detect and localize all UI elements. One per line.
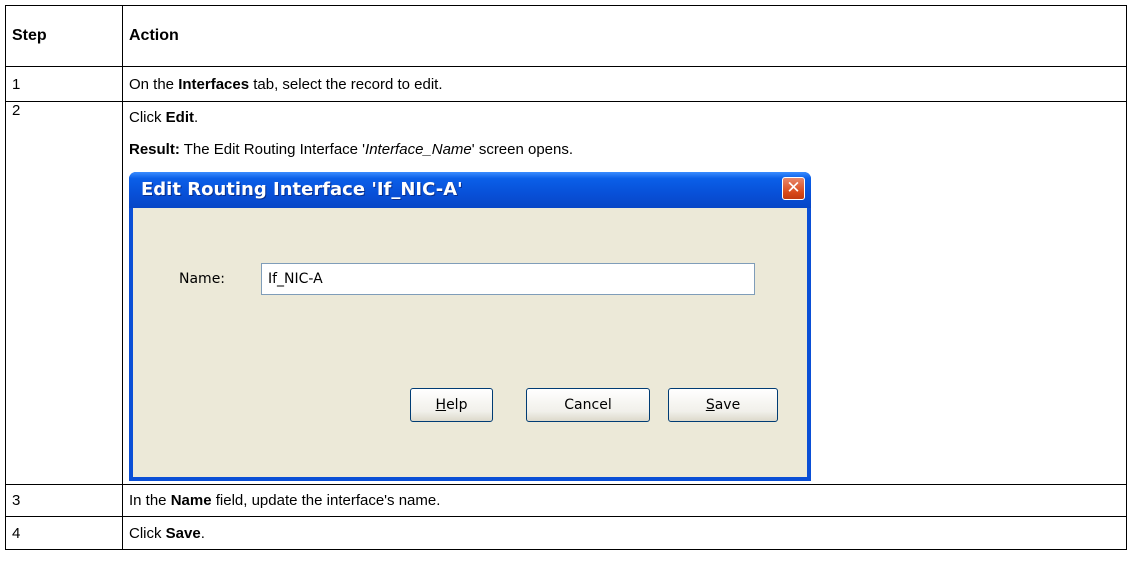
help-mnemonic: H: [435, 397, 447, 413]
action-bold: Interfaces: [178, 75, 250, 93]
table-row: 3 In the Name field, update the interfac…: [5, 484, 1127, 517]
result-label: Result:: [129, 141, 180, 158]
table-header-row: Step Action: [5, 5, 1127, 67]
name-input[interactable]: [261, 263, 755, 295]
step-number: 2: [5, 101, 123, 485]
help-label: elp: [446, 397, 468, 413]
step-number: 3: [5, 484, 123, 517]
dialog-titlebar[interactable]: Edit Routing Interface 'If_NIC-A' ✕: [129, 172, 811, 208]
step-number: 4: [5, 516, 123, 550]
cancel-button[interactable]: Cancel: [526, 388, 650, 422]
step-action: In the Name field, update the interface'…: [122, 484, 1127, 517]
action-text: On the: [129, 75, 179, 93]
table-row: 4 Click Save.: [5, 516, 1127, 550]
dialog-title: Edit Routing Interface 'If_NIC-A': [141, 179, 463, 200]
action-bold: Name: [170, 492, 212, 509]
action-text: tab, select the record to edit.: [249, 75, 443, 93]
result-text: ' screen opens.: [471, 141, 574, 158]
result-text: The Edit Routing Interface ': [179, 141, 366, 158]
result-italic: Interface_Name: [365, 141, 472, 158]
save-mnemonic: S: [705, 397, 715, 413]
header-action: Action: [122, 5, 1127, 67]
name-label: Name:: [179, 271, 226, 287]
step-action: Click Edit. Result: The Edit Routing Int…: [122, 101, 1127, 485]
table-row: 1 On the Interfaces tab, select the reco…: [5, 66, 1127, 102]
dialog-body: Name: Help Cancel Save: [133, 208, 807, 477]
action-bold: Edit: [165, 109, 195, 126]
result-line: Result: The Edit Routing Interface 'Inte…: [129, 141, 1120, 159]
steps-table: Step Action 1 On the Interfaces tab, sel…: [5, 5, 1127, 550]
edit-routing-interface-dialog: Edit Routing Interface 'If_NIC-A' ✕ Name…: [129, 172, 811, 481]
action-text: Click: [129, 524, 166, 542]
step-number: 1: [5, 66, 123, 102]
action-text: .: [194, 109, 199, 126]
close-icon: ✕: [786, 178, 801, 198]
help-button[interactable]: Help: [410, 388, 493, 422]
action-line: Click Edit.: [129, 109, 1120, 127]
cancel-label: Cancel: [564, 397, 612, 413]
table-row: 2 Click Edit. Result: The Edit Routing I…: [5, 101, 1127, 485]
step-action: On the Interfaces tab, select the record…: [122, 66, 1127, 102]
action-text: Click: [129, 109, 166, 126]
action-bold: Save: [165, 524, 201, 542]
save-label: ave: [714, 397, 741, 413]
header-step: Step: [5, 5, 123, 67]
close-button[interactable]: ✕: [782, 177, 805, 200]
step-action: Click Save.: [122, 516, 1127, 550]
action-text: field, update the interface's name.: [211, 492, 441, 509]
action-text: .: [200, 524, 205, 542]
save-button[interactable]: Save: [668, 388, 778, 422]
action-text: In the: [129, 492, 171, 509]
